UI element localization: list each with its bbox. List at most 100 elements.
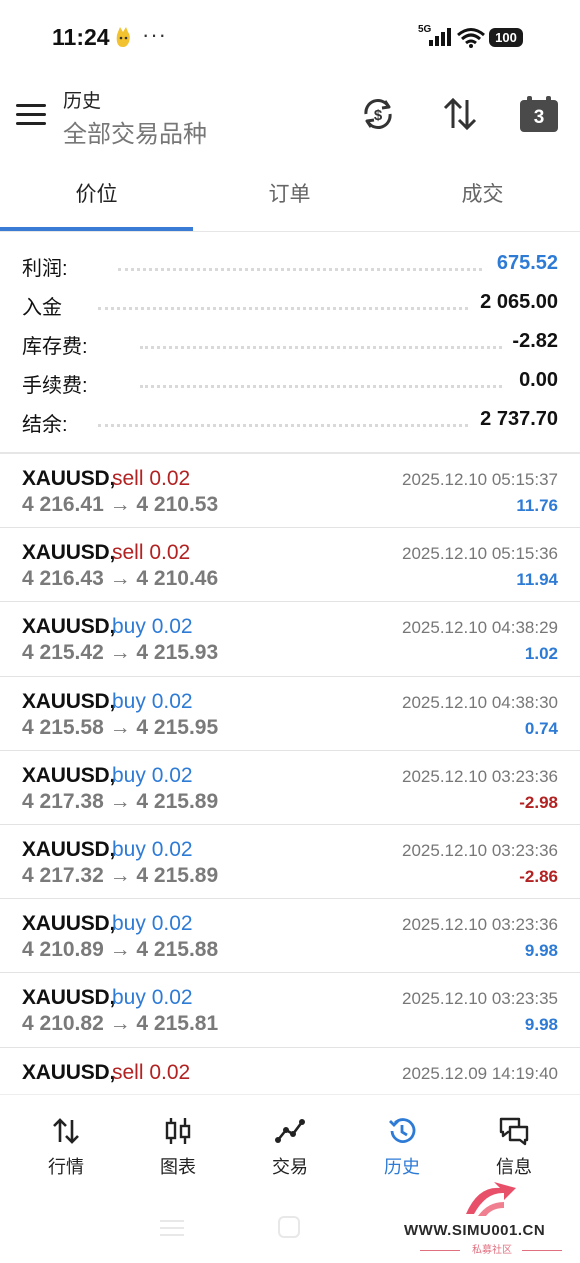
summary-label: 手续费:	[22, 369, 92, 398]
trade-action: buy 0.02	[112, 986, 193, 1010]
summary-label: 入金	[22, 291, 66, 320]
trade-symbol: XAUUSD,	[22, 541, 116, 565]
status-more-dots: ···	[142, 22, 167, 47]
candlestick-chart-icon	[165, 1118, 191, 1144]
watermark: WWW.SIMU001.CN 私募社区	[400, 1178, 578, 1258]
trade-row[interactable]: XAUUSD, buy 0.02 4 217.38 → 4 215.89 2025.1…	[0, 751, 580, 825]
watermark-line	[420, 1250, 460, 1251]
summary-row-swap: 库存费: -2.82	[0, 324, 580, 363]
trade-action: buy 0.02	[112, 837, 193, 861]
quotes-arrows-icon	[53, 1118, 79, 1144]
dotted-leader	[140, 346, 502, 349]
trade-profit: -2.98	[519, 792, 558, 812]
trade-symbol: XAUUSD,	[22, 763, 116, 787]
summary-value: -2.82	[508, 330, 558, 353]
nav-charts[interactable]: 图表	[120, 1115, 236, 1185]
trade-profit: 0.74	[524, 718, 558, 738]
trade-time: 2025.12.10 03:23:35	[402, 989, 558, 1009]
sort-icon[interactable]	[440, 94, 480, 134]
trade-symbol: XAUUSD,	[22, 467, 116, 490]
trade-list: XAUUSD, sell 0.02 4 216.41 → 4 210.53 2025.…	[0, 454, 580, 1094]
summary-label: 库存费:	[22, 330, 92, 359]
recent-apps-icon[interactable]	[160, 1220, 184, 1236]
trade-row[interactable]: XAUUSD, buy 0.02 4 215.58 → 4 215.95 2025.1…	[0, 677, 580, 751]
account-summary: 利润: 675.52 入金 2 065.00 库存费: -2.82 手续费: 0…	[0, 246, 580, 441]
trade-action: sell 0.02	[112, 1060, 191, 1084]
trade-profit: 11.94	[516, 570, 558, 590]
nav-label: 交易	[272, 1157, 308, 1177]
svg-text:$: $	[374, 107, 383, 124]
summary-row-balance: 结余: 2 737.70	[0, 402, 580, 441]
tab-positions[interactable]: 价位	[0, 160, 193, 230]
trade-action: sell 0.02	[112, 467, 191, 490]
tab-orders[interactable]: 订单	[193, 160, 386, 230]
trade-row[interactable]: XAUUSD, sell 0.02 4 216.41 → 4 210.53 2025.…	[0, 454, 580, 529]
nav-label: 历史	[384, 1157, 420, 1177]
tabs-divider	[0, 231, 580, 232]
trade-row[interactable]: XAUUSD, buy 0.02 4 210.89 → 4 215.88 2025.1…	[0, 899, 580, 974]
trade-action: buy 0.02	[112, 763, 193, 787]
trade-symbol: XAUUSD,	[22, 689, 116, 713]
trade-row[interactable]: XAUUSD, sell 0.02 2025.12.09 14:19:40	[0, 1048, 580, 1095]
home-icon[interactable]	[278, 1216, 300, 1238]
status-time: 11:24	[52, 24, 110, 50]
watermark-subtitle: 私募社区	[472, 1245, 512, 1256]
trade-prices: 4 210.89 → 4 215.88	[22, 938, 219, 962]
summary-label: 结余:	[22, 408, 72, 437]
nav-quotes[interactable]: 行情	[8, 1115, 124, 1185]
summary-row-profit: 利润: 675.52	[0, 246, 580, 285]
trade-row[interactable]: XAUUSD, buy 0.02 4 210.82 → 4 215.81 2025.1…	[0, 973, 580, 1048]
summary-row-deposit: 入金 2 065.00	[0, 285, 580, 324]
trade-action: buy 0.02	[112, 615, 193, 639]
trade-time: 2025.12.10 03:23:36	[402, 840, 558, 860]
trade-symbol: XAUUSD,	[22, 912, 116, 936]
history-clock-icon	[389, 1118, 416, 1143]
dotted-leader	[118, 268, 482, 271]
trade-time: 2025.12.10 05:15:37	[402, 470, 558, 489]
trade-prices: 4 216.41 → 4 210.53	[22, 493, 219, 516]
summary-label: 利润:	[22, 252, 72, 281]
nav-label: 行情	[48, 1157, 84, 1177]
trade-time: 2025.12.10 04:38:30	[402, 692, 558, 712]
status-bar: 11:24 ··· 5G 100	[0, 0, 580, 76]
nav-label: 信息	[496, 1157, 532, 1177]
trade-time: 2025.12.10 03:23:36	[402, 766, 558, 786]
symbol-filter[interactable]: 全部交易品种	[63, 114, 207, 149]
app-notification-icon	[116, 27, 130, 47]
page-title: 历史	[63, 91, 102, 112]
watermark-url: WWW.SIMU001.CN	[404, 1222, 546, 1239]
trade-profit: 11.76	[516, 496, 558, 515]
watermark-line	[522, 1250, 562, 1251]
wifi-icon	[457, 28, 485, 48]
trade-profit: -2.86	[519, 866, 558, 886]
summary-value: 2 737.70	[476, 408, 558, 431]
trade-prices: 4 215.58 → 4 215.95	[22, 715, 219, 739]
trade-profit: 9.98	[524, 941, 558, 961]
trade-row[interactable]: XAUUSD, buy 0.02 4 215.42 → 4 215.93 2025.1…	[0, 602, 580, 677]
trade-symbol: XAUUSD,	[22, 837, 116, 861]
trade-action: buy 0.02	[112, 689, 193, 713]
nav-history[interactable]: 历史	[344, 1115, 460, 1185]
trade-time: 2025.12.10 05:15:36	[402, 544, 558, 564]
app-header: 历史 全部交易品种 $ 3	[0, 76, 580, 160]
nav-trade[interactable]: 交易	[232, 1115, 348, 1185]
trade-row[interactable]: XAUUSD, buy 0.02 4 217.32 → 4 215.89 2025.1…	[0, 825, 580, 900]
trade-profit: 9.98	[524, 1015, 558, 1035]
trade-prices: 4 217.38 → 4 215.89	[22, 789, 219, 813]
history-tabs: 价位 订单 成交	[0, 160, 580, 232]
tab-deals[interactable]: 成交	[386, 160, 579, 230]
trade-prices: 4 216.43 → 4 210.46	[22, 567, 219, 591]
calendar-icon[interactable]: 3	[520, 96, 558, 132]
trade-line-icon	[275, 1119, 305, 1143]
trade-profit: 1.02	[524, 644, 558, 664]
currency-exchange-icon[interactable]: $	[358, 94, 398, 134]
nav-messages[interactable]: 信息	[456, 1115, 572, 1185]
trade-row[interactable]: XAUUSD, sell 0.02 4 216.43 → 4 210.46 2025.…	[0, 528, 580, 603]
summary-row-commission: 手续费: 0.00	[0, 363, 580, 402]
nav-label: 图表	[160, 1157, 196, 1177]
summary-value: 675.52	[492, 252, 558, 275]
trade-prices: 4 215.42 → 4 215.93	[22, 641, 219, 665]
trade-prices: 4 217.32 → 4 215.89	[22, 863, 219, 887]
menu-icon[interactable]	[16, 104, 46, 126]
dotted-leader	[140, 385, 502, 388]
